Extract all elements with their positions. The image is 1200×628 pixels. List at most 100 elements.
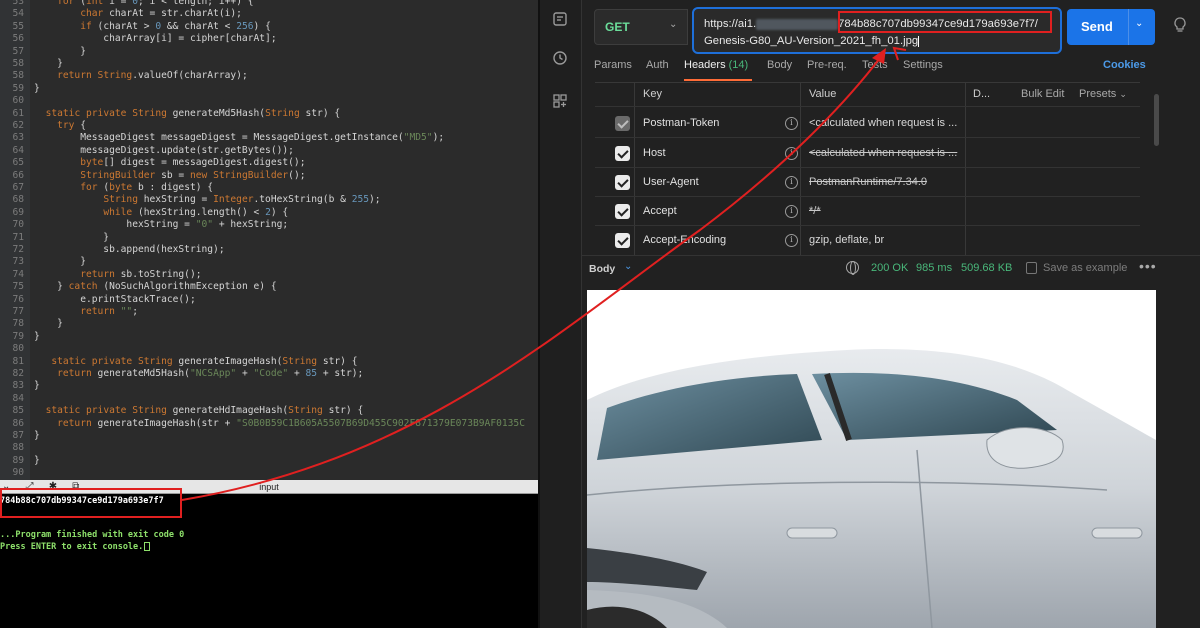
code-token: (hexString.length() < bbox=[132, 206, 266, 218]
new-request-icon[interactable] bbox=[551, 10, 569, 28]
postman-icon-rail bbox=[540, 0, 582, 628]
header-key[interactable]: Accept-Encoding bbox=[643, 234, 726, 246]
line-number: 67 bbox=[12, 182, 24, 193]
header-value[interactable]: */* bbox=[809, 205, 821, 217]
url-line-2: Genesis-G80_AU-Version_2021_fh_01.jpg bbox=[704, 35, 920, 47]
globe-icon[interactable] bbox=[846, 261, 859, 275]
header-key[interactable]: Postman-Token bbox=[643, 117, 719, 129]
line-number: 63 bbox=[12, 132, 24, 144]
code-line: 60 bbox=[0, 95, 538, 107]
header-col-key: Key bbox=[643, 88, 662, 100]
code-token: ( bbox=[74, 0, 86, 7]
history-icon[interactable] bbox=[551, 49, 569, 67]
code-token: + str); bbox=[317, 368, 364, 379]
header-value[interactable]: PostmanRuntime/7.34.0 bbox=[809, 176, 927, 188]
chevron-down-icon[interactable]: ⌄ bbox=[624, 261, 632, 272]
cookies-link[interactable]: Cookies bbox=[1103, 59, 1146, 71]
code-token: 255 bbox=[351, 194, 370, 206]
info-icon[interactable]: i bbox=[785, 234, 798, 247]
response-size[interactable]: 509.68 KB bbox=[961, 262, 1012, 274]
more-options-icon[interactable]: ••• bbox=[1139, 258, 1157, 274]
code-line: 86 return generateImageHash(str + "S0B0B… bbox=[0, 418, 538, 430]
tab-params[interactable]: Params bbox=[594, 59, 632, 71]
save-as-example-button[interactable]: Save as example bbox=[1043, 262, 1127, 274]
code-token: "" bbox=[120, 306, 133, 317]
code-line: 88 bbox=[0, 442, 538, 454]
code-token: } bbox=[34, 318, 63, 330]
info-icon[interactable]: i bbox=[785, 147, 798, 160]
code-line: 82 return generateMd5Hash("NCSApp" + "Co… bbox=[0, 368, 538, 380]
code-token: "NCSApp" bbox=[189, 368, 237, 379]
header-col-value: Value bbox=[809, 88, 837, 100]
tab-headers[interactable]: Headers (14) bbox=[684, 59, 748, 71]
line-number: 80 bbox=[12, 343, 24, 355]
code-token: b : digest) { bbox=[132, 182, 214, 193]
line-number: 69 bbox=[12, 206, 24, 218]
line-number: 79 bbox=[12, 330, 24, 342]
code-text: char charAt = str.charAt(i); bbox=[34, 8, 242, 20]
code-text: } bbox=[34, 455, 40, 467]
code-text: } bbox=[34, 46, 86, 58]
line-number: 58 bbox=[12, 58, 24, 69]
tab-auth[interactable]: Auth bbox=[646, 59, 669, 71]
code-line: 54 char charAt = str.charAt(i); bbox=[0, 8, 538, 20]
code-line: 63 MessageDigest messageDigest = Message… bbox=[0, 132, 538, 144]
response-time[interactable]: 985 ms bbox=[916, 262, 952, 274]
code-line: 84 bbox=[0, 393, 538, 405]
response-body-label[interactable]: Body bbox=[589, 263, 615, 275]
code-line: 89} bbox=[0, 455, 538, 467]
code-line: 65 byte[] digest = messageDigest.digest(… bbox=[0, 157, 538, 169]
table-row-divider bbox=[595, 196, 1140, 197]
method-select[interactable]: GET ⌄ bbox=[594, 9, 688, 45]
presets-dropdown[interactable]: Presets ⌄ bbox=[1079, 88, 1127, 100]
apps-icon[interactable] bbox=[551, 92, 569, 110]
header-key[interactable]: Accept bbox=[643, 205, 677, 217]
info-icon[interactable]: i bbox=[785, 176, 798, 189]
code-token: } bbox=[34, 82, 40, 94]
code-text: for (int i = 0; i < length; i++) { bbox=[34, 0, 254, 8]
lightbulb-icon[interactable] bbox=[1172, 16, 1188, 36]
code-token: str) { bbox=[317, 355, 358, 367]
code-token: } bbox=[34, 330, 40, 342]
text-cursor bbox=[918, 35, 920, 47]
header-enabled-checkbox[interactable] bbox=[615, 116, 630, 131]
code-text: MessageDigest messageDigest = MessageDig… bbox=[34, 132, 444, 144]
code-line: 58 } bbox=[0, 58, 538, 70]
code-token: + bbox=[236, 368, 254, 379]
code-line: 69 while (hexString.length() < 2) { bbox=[0, 207, 538, 219]
header-key[interactable]: Host bbox=[643, 147, 666, 159]
header-value[interactable]: gzip, deflate, br bbox=[809, 234, 884, 246]
headers-scrollbar[interactable] bbox=[1154, 94, 1159, 146]
header-value[interactable]: <calculated when request is ... bbox=[809, 147, 957, 159]
code-text: hexString = "0" + hexString; bbox=[34, 219, 288, 231]
header-enabled-checkbox[interactable] bbox=[615, 146, 630, 161]
code-token: ; i < length; i++) { bbox=[138, 0, 254, 7]
header-key[interactable]: User-Agent bbox=[643, 176, 699, 188]
bulk-edit-button[interactable]: Bulk Edit bbox=[1021, 88, 1064, 100]
send-button[interactable]: Send ⌄ bbox=[1067, 9, 1155, 45]
info-icon[interactable]: i bbox=[785, 205, 798, 218]
code-editor[interactable]: 53 for (int i = 0; i < length; i++) {54 … bbox=[0, 0, 538, 480]
tab-pre-request[interactable]: Pre-req. bbox=[807, 59, 847, 71]
tab-settings[interactable]: Settings bbox=[903, 59, 943, 71]
code-line: 61 static private String generateMd5Hash… bbox=[0, 108, 538, 120]
code-text: charArray[i] = cipher[charAt]; bbox=[34, 33, 276, 45]
send-options-chevron-icon[interactable]: ⌄ bbox=[1135, 18, 1143, 29]
header-enabled-checkbox[interactable] bbox=[615, 204, 630, 219]
header-enabled-checkbox[interactable] bbox=[615, 233, 630, 248]
tab-body[interactable]: Body bbox=[767, 59, 792, 71]
header-value[interactable]: <calculated when request is ... bbox=[809, 117, 957, 129]
line-number: 89 bbox=[12, 454, 24, 466]
tab-tests[interactable]: Tests bbox=[862, 59, 888, 71]
info-icon[interactable]: i bbox=[785, 117, 798, 130]
code-token: StringBuilder bbox=[213, 169, 289, 181]
code-token: str) { bbox=[322, 405, 364, 417]
header-enabled-checkbox[interactable] bbox=[615, 175, 630, 190]
response-status[interactable]: 200 OK bbox=[871, 262, 908, 274]
